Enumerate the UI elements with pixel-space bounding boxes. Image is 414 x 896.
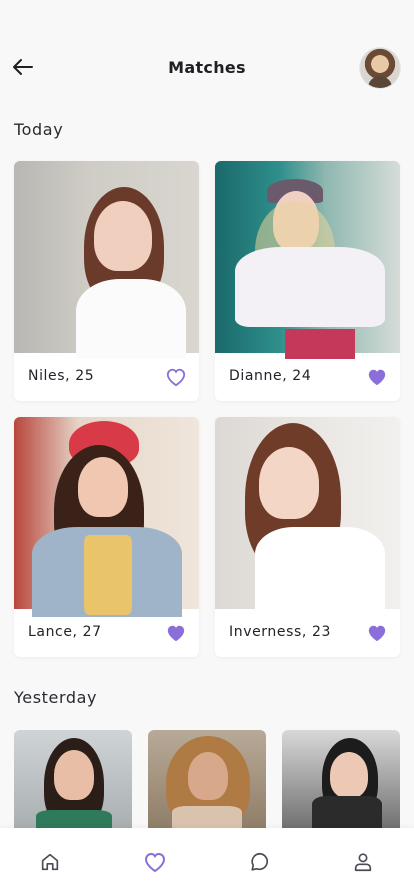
heart-filled-icon[interactable] xyxy=(366,623,388,643)
page-title: Matches xyxy=(168,58,246,77)
match-name: Lance, 27 xyxy=(28,624,102,640)
match-card[interactable]: Inverness, 23 xyxy=(215,417,400,657)
chat-icon xyxy=(251,852,269,871)
match-name: Inverness, 23 xyxy=(229,624,331,640)
home-icon xyxy=(41,853,59,871)
match-name: Dianne, 24 xyxy=(229,368,312,384)
nav-matches[interactable] xyxy=(141,848,169,876)
nav-home[interactable] xyxy=(36,848,64,876)
match-photo xyxy=(14,417,199,617)
match-card[interactable]: Lance, 27 xyxy=(14,417,199,657)
section-title-yesterday: Yesterday xyxy=(14,688,98,707)
header-bar: Matches xyxy=(0,44,414,92)
match-card[interactable]: Niles, 25 xyxy=(14,161,199,401)
match-card-yesterday[interactable] xyxy=(282,730,400,830)
heart-filled-icon[interactable] xyxy=(366,367,388,387)
match-card-yesterday[interactable] xyxy=(148,730,266,830)
match-photo xyxy=(215,161,400,359)
heart-filled-icon[interactable] xyxy=(165,623,187,643)
heart-icon xyxy=(144,852,166,873)
match-photo xyxy=(14,161,199,359)
profile-icon xyxy=(354,853,372,872)
match-card-yesterday[interactable] xyxy=(14,730,132,830)
match-card[interactable]: Dianne, 24 xyxy=(215,161,400,401)
heart-outline-icon[interactable] xyxy=(165,367,187,387)
match-name: Niles, 25 xyxy=(28,368,95,384)
match-photo xyxy=(215,417,400,617)
bottom-nav xyxy=(0,828,414,896)
section-title-today: Today xyxy=(14,120,64,139)
nav-chat[interactable] xyxy=(246,848,274,876)
nav-profile[interactable] xyxy=(349,848,377,876)
avatar[interactable] xyxy=(360,48,400,88)
